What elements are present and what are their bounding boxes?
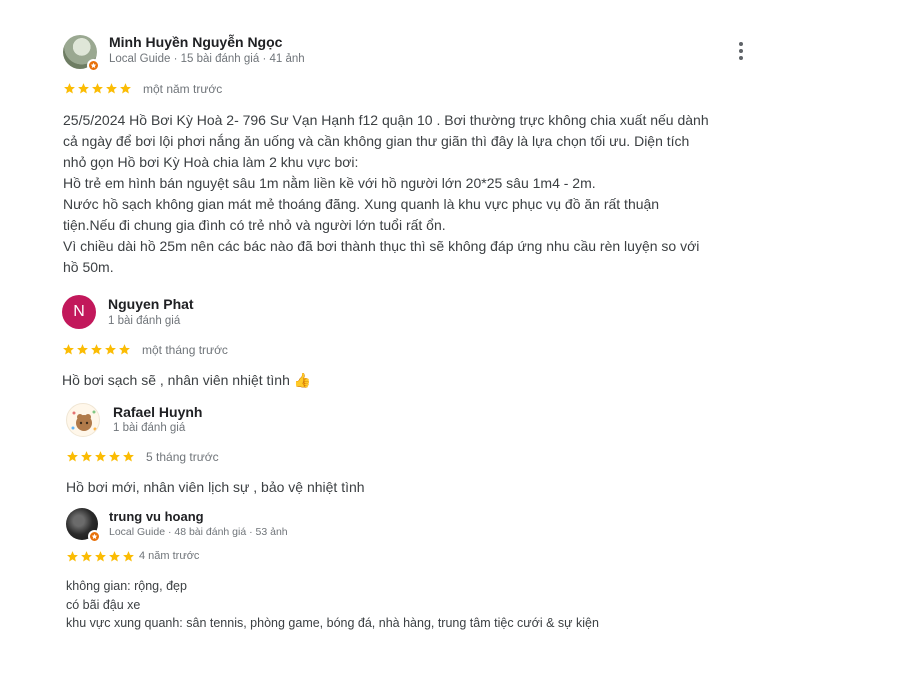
avatar[interactable] xyxy=(66,508,101,543)
review-text-line: Hồ bơi mới, nhân viên lịch sự , bảo vệ n… xyxy=(66,479,365,495)
review-text-line: Hồ bơi sạch sẽ , nhân viên nhiệt tình 👍 xyxy=(62,372,312,388)
star-icon xyxy=(108,550,121,563)
reviewer-name[interactable]: Minh Huyền Nguyễn Ngọc xyxy=(109,34,282,50)
review-text-line: hồ 50m. xyxy=(63,259,114,275)
star-icon xyxy=(91,82,104,95)
review-time: một năm trước xyxy=(143,82,223,96)
review-text: Hồ bơi sạch sẽ , nhân viên nhiệt tình 👍 xyxy=(62,370,311,391)
local-guide-badge-icon xyxy=(87,59,100,72)
star-icon xyxy=(122,550,135,563)
star-rating xyxy=(62,343,131,356)
star-icon xyxy=(105,82,118,95)
review-text: không gian: rộng, đẹp có bãi đậu xe khu … xyxy=(66,577,599,633)
reviewer-meta: Local Guide · 48 bài đánh giá · 53 ảnh xyxy=(109,526,288,538)
local-guide-badge-icon xyxy=(88,530,101,543)
star-icon xyxy=(94,450,107,463)
star-icon xyxy=(94,550,107,563)
star-rating xyxy=(63,82,132,95)
star-icon xyxy=(80,550,93,563)
review-text-line: Nước hồ sạch không gian mát mẻ thoáng đã… xyxy=(63,196,660,212)
star-icon xyxy=(63,82,76,95)
star-icon xyxy=(62,343,75,356)
star-icon xyxy=(76,343,89,356)
reviewer-name[interactable]: Rafael Huynh xyxy=(113,404,202,420)
review-text-line: tiện.Nếu đi chung gia đình có trẻ nhỏ và… xyxy=(63,217,446,233)
reviewer-name[interactable]: trung vu hoang xyxy=(109,509,204,524)
star-icon xyxy=(104,343,117,356)
review-text-line: Vì chiều dài hồ 25m nên các bác nào đã b… xyxy=(63,238,700,254)
star-icon xyxy=(90,343,103,356)
avatar-initial: N xyxy=(73,303,85,320)
review-text-line: nhỏ gọn Hồ bơi Kỳ Hoà chia làm 2 khu vực… xyxy=(63,154,359,170)
review-time: 5 tháng trước xyxy=(146,450,219,464)
star-icon xyxy=(80,450,93,463)
star-icon xyxy=(118,343,131,356)
star-icon xyxy=(66,550,79,563)
star-icon xyxy=(108,450,121,463)
avatar[interactable] xyxy=(66,403,100,437)
avatar[interactable] xyxy=(63,35,100,72)
review-text-line: 25/5/2024 Hồ Bơi Kỳ Hoà 2- 796 Sư Vạn Hạ… xyxy=(63,112,709,128)
avatar[interactable]: N xyxy=(62,295,96,329)
star-icon xyxy=(122,450,135,463)
reviewer-meta: 1 bài đánh giá xyxy=(108,315,181,327)
reviewer-name[interactable]: Nguyen Phat xyxy=(108,296,194,312)
review-time: 4 năm trước xyxy=(139,550,200,562)
review-text: 25/5/2024 Hồ Bơi Kỳ Hoà 2- 796 Sư Vạn Hạ… xyxy=(63,110,709,278)
star-rating xyxy=(66,450,135,463)
review-text-line: không gian: rộng, đẹp xyxy=(66,579,187,593)
star-icon xyxy=(77,82,90,95)
review-text-line: khu vực xung quanh: sân tennis, phòng ga… xyxy=(66,616,599,630)
review-text: Hồ bơi mới, nhân viên lịch sự , bảo vệ n… xyxy=(66,477,365,498)
review-text-line: Hồ trẻ em hình bán nguyệt sâu 1m nằm liề… xyxy=(63,175,596,191)
reviewer-meta: 1 bài đánh giá xyxy=(113,422,186,434)
review-text-line: có bãi đậu xe xyxy=(66,597,141,612)
reviewer-meta: Local Guide · 15 bài đánh giá · 41 ảnh xyxy=(109,53,305,65)
review-time: một tháng trước xyxy=(142,343,228,357)
star-icon xyxy=(119,82,132,95)
star-icon xyxy=(66,450,79,463)
star-rating xyxy=(66,550,135,563)
review-text-line: cả ngày để bơi lội phơi nắng ăn uống và … xyxy=(63,133,690,149)
more-vert-icon[interactable] xyxy=(734,40,748,64)
